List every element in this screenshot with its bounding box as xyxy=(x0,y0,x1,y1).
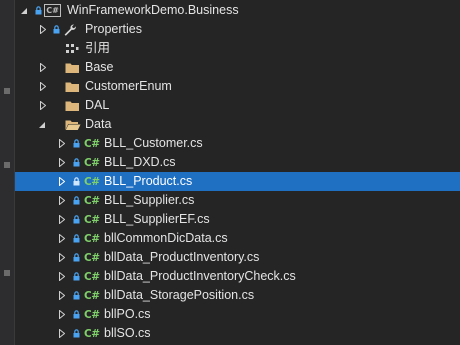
expanded-arrow-icon[interactable] xyxy=(19,1,29,20)
csharp-file-icon: C# xyxy=(84,213,100,226)
csharp-file-icon: C# xyxy=(84,156,100,169)
file-item[interactable]: C# bllData_StoragePosition.cs xyxy=(15,286,460,305)
tree-item-references[interactable]: 引用 xyxy=(15,39,460,58)
lock-icon xyxy=(73,267,80,286)
collapsed-arrow-icon[interactable] xyxy=(38,96,48,115)
file-name: bllSO.cs xyxy=(104,326,151,340)
file-item[interactable]: C# bllSO.cs xyxy=(15,324,460,343)
collapsed-arrow-icon[interactable] xyxy=(57,134,67,153)
collapsed-arrow-icon[interactable] xyxy=(57,267,67,286)
scroll-strip xyxy=(0,0,15,345)
lock-icon xyxy=(73,172,80,191)
folder-icon xyxy=(65,77,80,96)
file-name: bllData_ProductInventoryCheck.cs xyxy=(104,269,296,283)
collapsed-arrow-icon[interactable] xyxy=(57,324,67,343)
lock-icon xyxy=(73,191,80,210)
lock-icon xyxy=(73,153,80,172)
collapsed-arrow-icon[interactable] xyxy=(57,305,67,324)
collapsed-arrow-icon[interactable] xyxy=(57,286,67,305)
csharp-file-icon: C# xyxy=(84,194,100,207)
csharp-file-icon: C# xyxy=(84,327,100,340)
references-icon xyxy=(65,39,79,58)
collapsed-arrow-icon[interactable] xyxy=(57,153,67,172)
csharp-file-icon: C# xyxy=(84,232,100,245)
file-name: BLL_SupplierEF.cs xyxy=(104,212,210,226)
strip-marker xyxy=(4,270,10,276)
tree-item-base-folder[interactable]: Base xyxy=(15,58,460,77)
tree-item-label: CustomerEnum xyxy=(85,79,172,93)
lock-icon xyxy=(73,229,80,248)
tree-item-customerenum-folder[interactable]: CustomerEnum xyxy=(15,77,460,96)
file-item[interactable]: C# BLL_Supplier.cs xyxy=(15,191,460,210)
file-item[interactable]: C# BLL_SupplierEF.cs xyxy=(15,210,460,229)
collapsed-arrow-icon[interactable] xyxy=(38,58,48,77)
file-name: BLL_Supplier.cs xyxy=(104,193,195,207)
file-item[interactable]: C# bllPO.cs xyxy=(15,305,460,324)
file-name: BLL_Product.cs xyxy=(104,174,193,188)
csharp-project-icon: C# xyxy=(44,1,61,20)
csharp-file-icon: C# xyxy=(84,308,100,321)
wrench-icon xyxy=(63,20,77,39)
collapsed-arrow-icon[interactable] xyxy=(38,20,48,39)
tree-item-label: DAL xyxy=(85,98,110,112)
lock-icon xyxy=(35,1,42,20)
project-name: WinFrameworkDemo.Business xyxy=(67,3,239,17)
tree-item-label: Properties xyxy=(85,22,142,36)
file-name: bllCommonDicData.cs xyxy=(104,231,228,245)
lock-icon xyxy=(73,324,80,343)
csharp-file-icon: C# xyxy=(84,289,100,302)
tree-item-label: Base xyxy=(85,60,114,74)
expanded-arrow-icon[interactable] xyxy=(37,115,47,134)
tree-item-dal-folder[interactable]: DAL xyxy=(15,96,460,115)
folder-icon xyxy=(65,96,80,115)
tree-item-properties[interactable]: Properties xyxy=(15,20,460,39)
project-node[interactable]: C# WinFrameworkDemo.Business xyxy=(15,1,460,20)
file-item[interactable]: C# BLL_Customer.cs xyxy=(15,134,460,153)
lock-icon xyxy=(73,210,80,229)
csharp-file-icon: C# xyxy=(84,270,100,283)
strip-marker xyxy=(4,88,10,94)
file-name: BLL_DXD.cs xyxy=(104,155,176,169)
file-item[interactable]: C# BLL_DXD.cs xyxy=(15,153,460,172)
lock-icon xyxy=(73,305,80,324)
file-name: BLL_Customer.cs xyxy=(104,136,203,150)
collapsed-arrow-icon[interactable] xyxy=(57,191,67,210)
file-item[interactable]: C# bllData_ProductInventory.cs xyxy=(15,248,460,267)
file-name: bllPO.cs xyxy=(104,307,151,321)
csharp-file-icon: C# xyxy=(84,137,100,150)
file-item[interactable]: C# BLL_Product.cs xyxy=(15,172,460,191)
tree-item-label: 引用 xyxy=(85,41,111,55)
tree-item-data-folder[interactable]: Data xyxy=(15,115,460,134)
open-folder-icon xyxy=(65,115,81,134)
lock-icon xyxy=(73,134,80,153)
lock-icon xyxy=(73,248,80,267)
csharp-file-icon: C# xyxy=(84,251,100,264)
lock-icon xyxy=(73,286,80,305)
file-name: bllData_ProductInventory.cs xyxy=(104,250,260,264)
collapsed-arrow-icon[interactable] xyxy=(57,210,67,229)
collapsed-arrow-icon[interactable] xyxy=(57,248,67,267)
lock-icon xyxy=(53,20,60,39)
csharp-file-icon: C# xyxy=(84,175,100,188)
tree-item-label: Data xyxy=(85,117,112,131)
collapsed-arrow-icon[interactable] xyxy=(38,77,48,96)
file-item[interactable]: C# bllData_ProductInventoryCheck.cs xyxy=(15,267,460,286)
file-item[interactable]: C# bllCommonDicData.cs xyxy=(15,229,460,248)
collapsed-arrow-icon[interactable] xyxy=(57,172,67,191)
collapsed-arrow-icon[interactable] xyxy=(57,229,67,248)
file-name: bllData_StoragePosition.cs xyxy=(104,288,255,302)
folder-icon xyxy=(65,58,80,77)
strip-marker xyxy=(4,162,10,168)
